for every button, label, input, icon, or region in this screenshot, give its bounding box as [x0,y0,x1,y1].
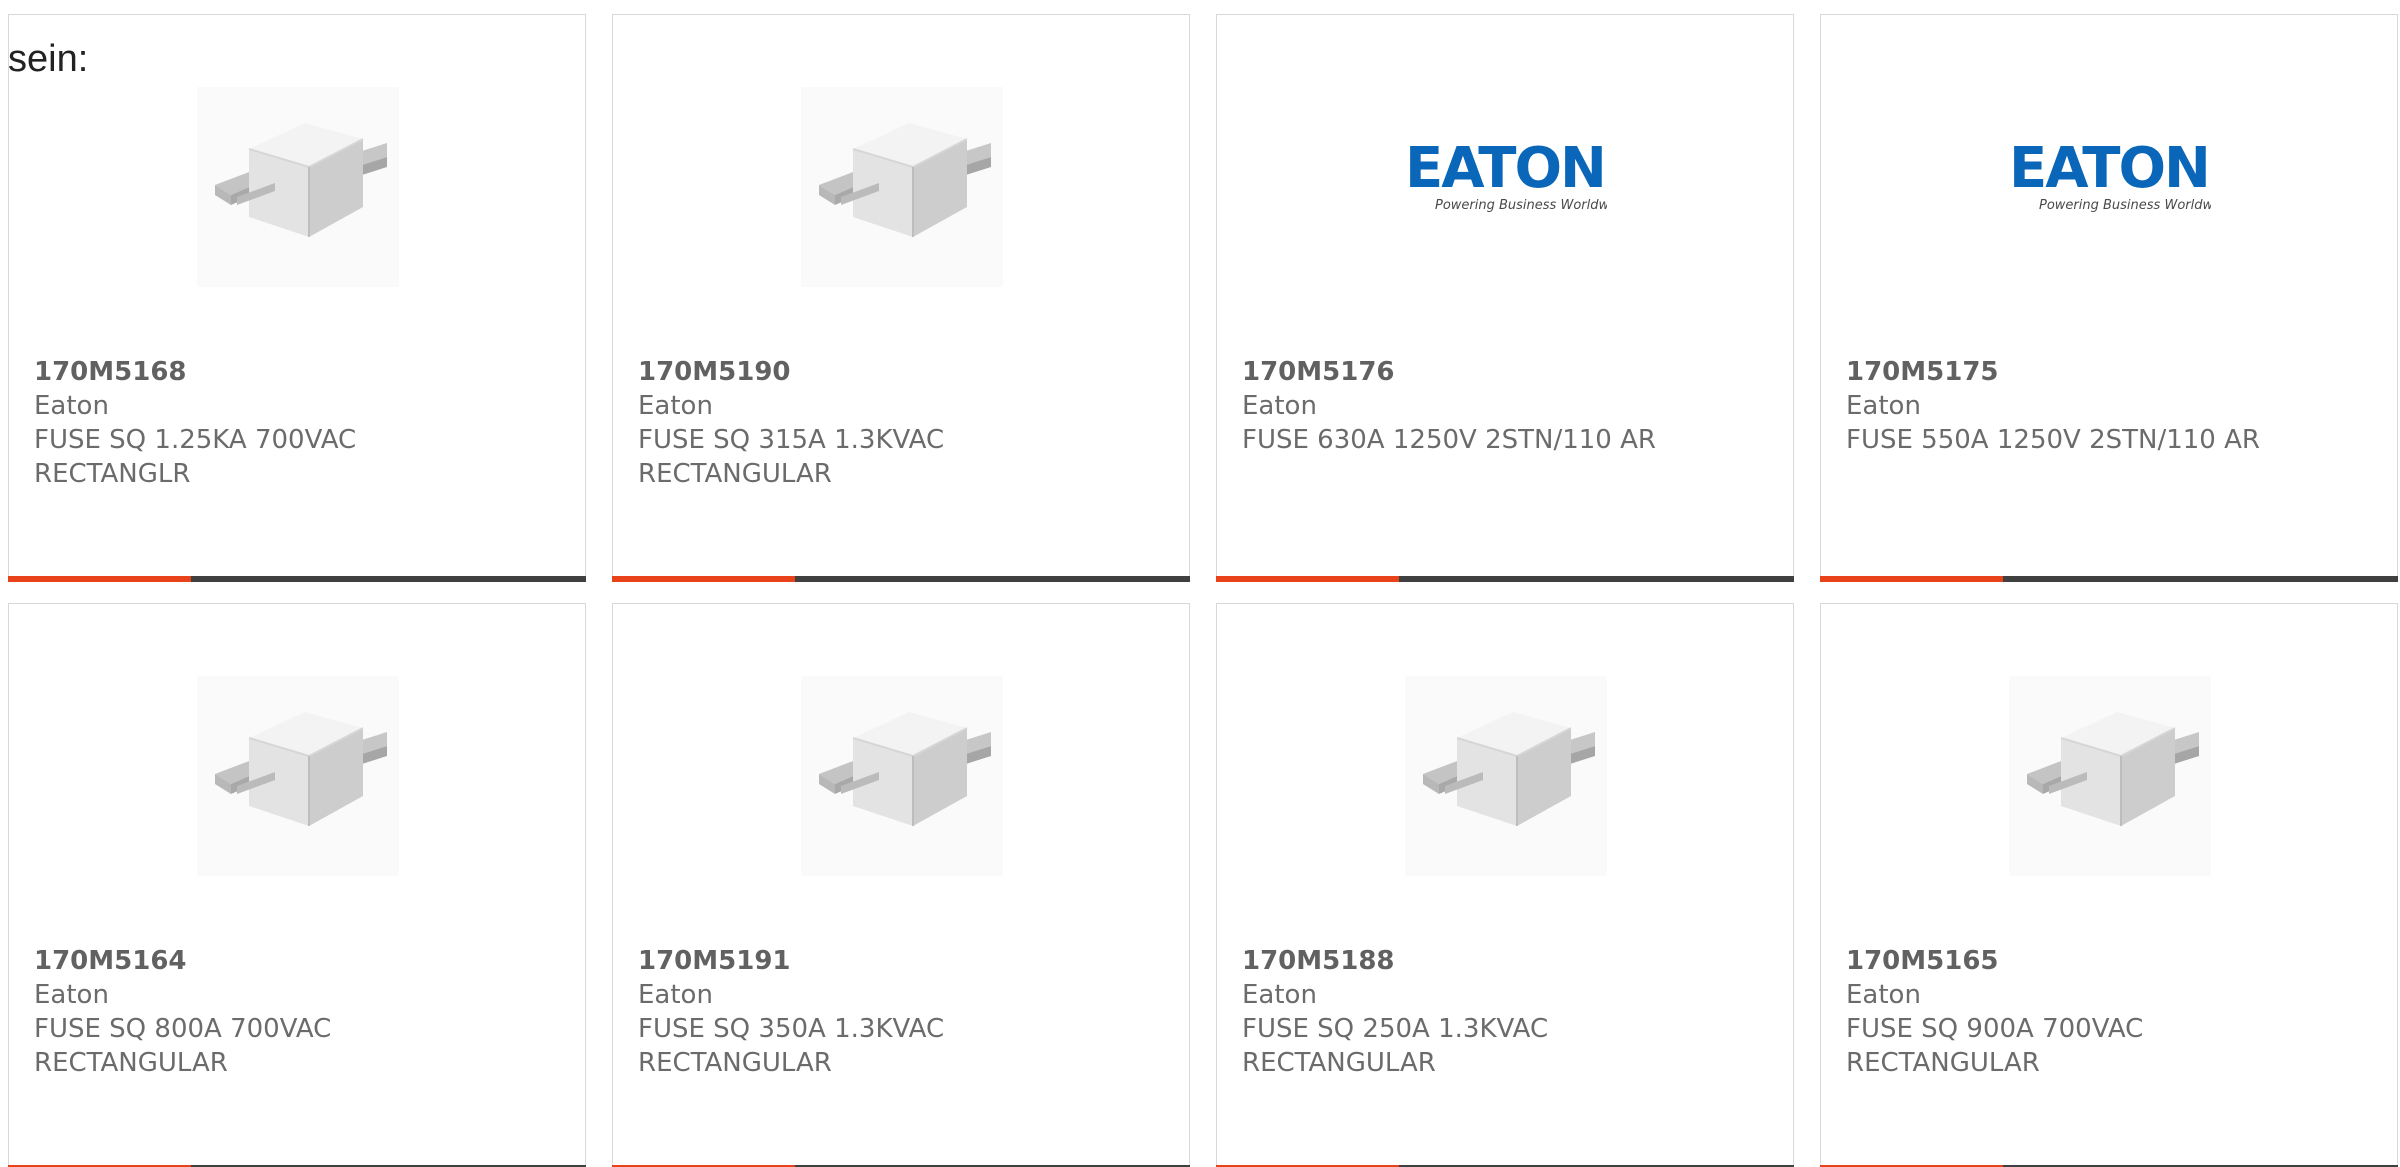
bar-accent [1820,576,2003,582]
product-image[interactable]: EATON Powering Business Worldwide [2009,87,2211,287]
brand-name: Eaton [34,980,109,1010]
part-number[interactable]: 170M5191 [638,944,1169,978]
part-number[interactable]: 170M5175 [1846,355,2377,389]
part-number[interactable]: 170M5190 [638,355,1169,389]
product-info: 170M5191 Eaton FUSE SQ 350A 1.3KVAC RECT… [638,944,1169,1080]
card-bottom-bar [1820,576,2398,582]
bar-dark [1399,576,1794,582]
product-image[interactable] [197,676,399,876]
product-card[interactable]: 170M5190 Eaton FUSE SQ 315A 1.3KVAC RECT… [612,14,1190,582]
product-card[interactable]: 170M5188 Eaton FUSE SQ 250A 1.3KVAC RECT… [1216,603,1794,1167]
part-number[interactable]: 170M5176 [1242,355,1773,389]
product-info: 170M5188 Eaton FUSE SQ 250A 1.3KVAC RECT… [1242,944,1773,1080]
fuse-icon [215,712,387,826]
product-image[interactable]: EATON Powering Business Worldwide [1405,87,1607,287]
product-image[interactable] [197,87,399,287]
product-image[interactable] [1405,676,1607,876]
product-description-line2: RECTANGULAR [638,1048,832,1078]
fuse-icon [2027,712,2199,826]
fuse-icon [819,123,991,237]
brand-name: Eaton [1242,980,1317,1010]
product-card[interactable]: 170M5165 Eaton FUSE SQ 900A 700VAC RECTA… [1820,603,2398,1167]
logo-word: EATON [2009,136,2209,201]
product-description-line2: RECTANGULAR [638,459,832,489]
logo-tagline: Powering Business Worldwide [2039,198,2211,213]
bar-dark [191,576,586,582]
card-bottom-bar [8,576,586,582]
card-bottom-bar [612,576,1190,582]
fuse-icon [1423,712,1595,826]
part-number[interactable]: 170M5164 [34,944,565,978]
product-info: 170M5168 Eaton FUSE SQ 1.25KA 700VAC REC… [34,355,565,491]
product-info: 170M5175 Eaton FUSE 550A 1250V 2STN/110 … [1846,355,2377,457]
part-number[interactable]: 170M5188 [1242,944,1773,978]
product-info: 170M5190 Eaton FUSE SQ 315A 1.3KVAC RECT… [638,355,1169,491]
product-listing-page: sein: 170M5168 Eaton FUSE SQ 1.25KA 700V… [0,0,2400,1167]
brand-name: Eaton [34,391,109,421]
product-info: 170M5176 Eaton FUSE 630A 1250V 2STN/110 … [1242,355,1773,457]
fuse-icon [819,712,991,826]
product-card[interactable]: EATON Powering Business Worldwide 170M51… [1216,14,1794,582]
bar-dark [795,576,1190,582]
product-description: FUSE SQ 350A 1.3KVAC [638,1014,945,1044]
product-description: FUSE SQ 800A 700VAC [34,1014,332,1044]
bar-accent [1216,576,1399,582]
product-info: 170M5165 Eaton FUSE SQ 900A 700VAC RECTA… [1846,944,2377,1080]
product-description: FUSE SQ 250A 1.3KVAC [1242,1014,1549,1044]
product-card[interactable]: EATON Powering Business Worldwide 170M51… [1820,14,2398,582]
bar-accent [612,576,795,582]
product-card[interactable]: 170M5191 Eaton FUSE SQ 350A 1.3KVAC RECT… [612,603,1190,1167]
bar-accent [8,576,191,582]
product-description: FUSE SQ 315A 1.3KVAC [638,425,945,455]
brand-name: Eaton [1846,391,1921,421]
logo-tagline: Powering Business Worldwide [1435,198,1607,213]
product-image[interactable] [2009,676,2211,876]
brand-name: Eaton [1846,980,1921,1010]
product-description: FUSE SQ 1.25KA 700VAC [34,425,357,455]
product-image[interactable] [801,676,1003,876]
product-description-line2: RECTANGULAR [34,1048,228,1078]
brand-name: Eaton [638,980,713,1010]
product-description: FUSE 630A 1250V 2STN/110 AR [1242,425,1656,455]
product-card[interactable]: 170M5168 Eaton FUSE SQ 1.25KA 700VAC REC… [8,14,586,582]
product-grid: 170M5168 Eaton FUSE SQ 1.25KA 700VAC REC… [8,14,2400,1167]
product-description-line2: RECTANGULAR [1242,1048,1436,1078]
fuse-icon [215,123,387,237]
eaton-logo-icon: EATON Powering Business Worldwide [2009,136,2211,213]
product-description-line2: RECTANGULAR [1846,1048,2040,1078]
product-description-line2: RECTANGLR [34,459,191,489]
bar-dark [2003,576,2398,582]
logo-word: EATON [1405,136,1605,201]
part-number[interactable]: 170M5165 [1846,944,2377,978]
card-bottom-bar [1216,576,1794,582]
brand-name: Eaton [638,391,713,421]
part-number[interactable]: 170M5168 [34,355,565,389]
product-image[interactable] [801,87,1003,287]
product-description: FUSE 550A 1250V 2STN/110 AR [1846,425,2260,455]
product-description: FUSE SQ 900A 700VAC [1846,1014,2144,1044]
intro-text: sein: [8,38,89,80]
product-card[interactable]: 170M5164 Eaton FUSE SQ 800A 700VAC RECTA… [8,603,586,1167]
eaton-logo-icon: EATON Powering Business Worldwide [1405,136,1607,213]
brand-name: Eaton [1242,391,1317,421]
product-info: 170M5164 Eaton FUSE SQ 800A 700VAC RECTA… [34,944,565,1080]
